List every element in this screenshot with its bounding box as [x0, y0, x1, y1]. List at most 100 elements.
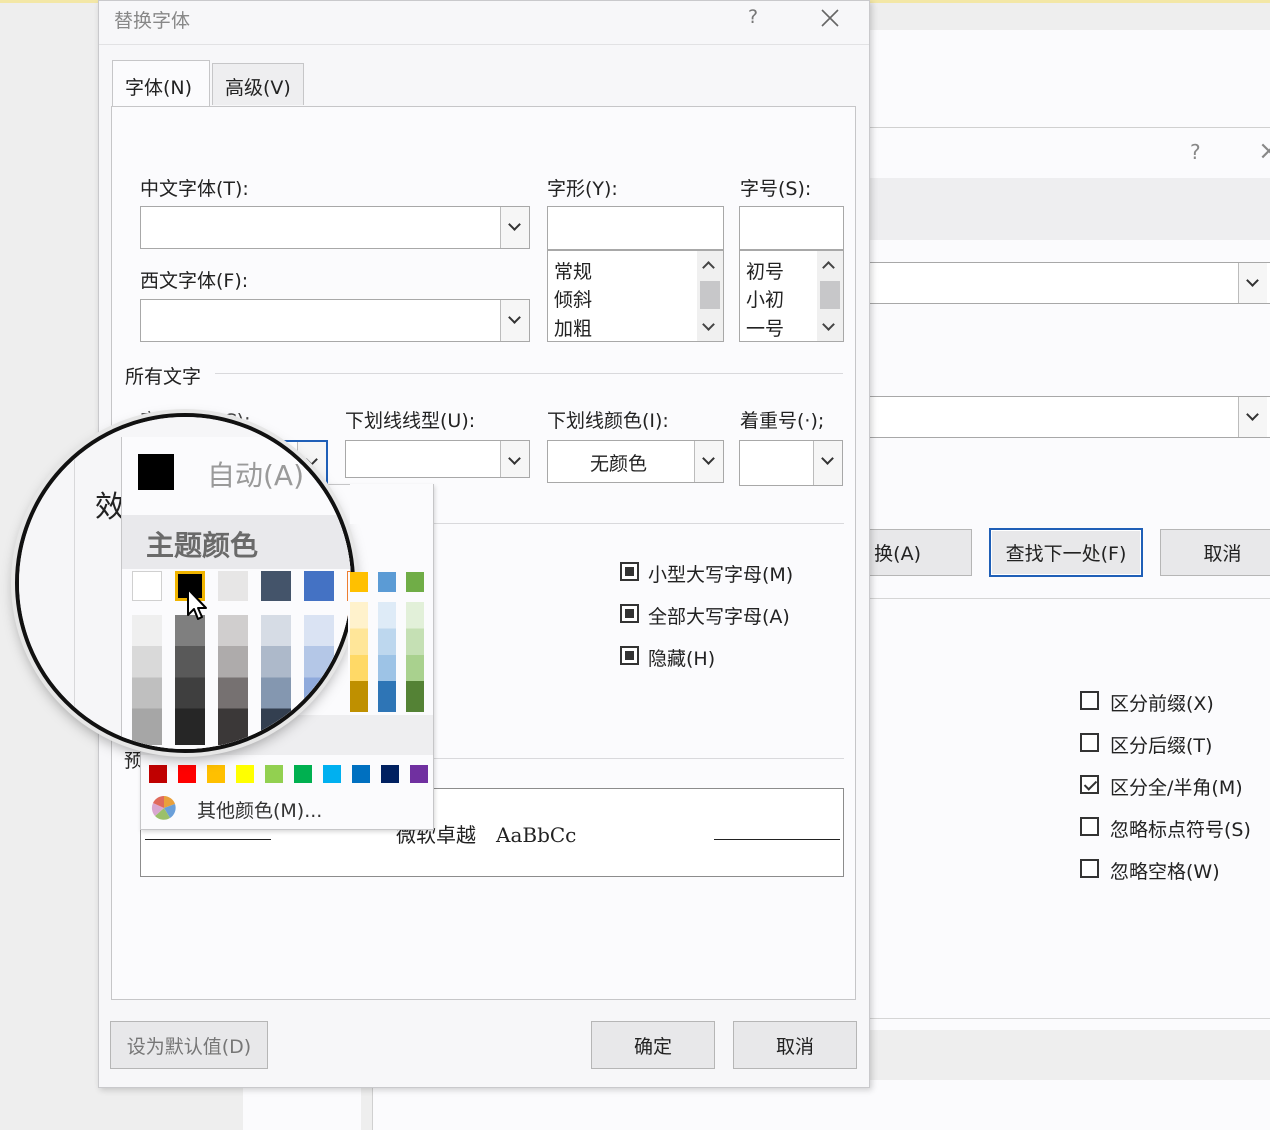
effect-row[interactable]: 隐藏(H) [620, 644, 840, 670]
option-row[interactable]: 忽略标点符号(S) [1080, 815, 1270, 841]
standard-color-swatch[interactable] [381, 765, 399, 783]
magnifier-lens: 效 自动(A) 主题颜色 [15, 413, 355, 753]
standard-color-swatch[interactable] [352, 765, 370, 783]
theme-color-swatch[interactable] [406, 572, 424, 592]
set-default-button[interactable]: 设为默认值(D) [110, 1021, 268, 1069]
ok-button[interactable]: 确定 [591, 1021, 715, 1069]
auto-color-row[interactable]: 自动(A) [122, 437, 351, 507]
underline-type-select[interactable] [345, 440, 530, 478]
find-replace-close-icon[interactable]: × [1258, 136, 1270, 166]
more-colors-item[interactable]: 其他颜色(M)... [149, 795, 425, 822]
standard-color-swatch[interactable] [149, 765, 167, 783]
find-replace-help-icon[interactable]: ? [1190, 140, 1201, 164]
size-list[interactable]: 初号 小初 一号 [739, 250, 844, 342]
cancel-button[interactable]: 取消 [733, 1021, 857, 1069]
style-input[interactable] [547, 206, 724, 250]
auto-color-label: 自动(A) [207, 459, 305, 492]
effect-checkbox[interactable] [620, 646, 639, 665]
option-label: 区分后缀(T) [1110, 735, 1213, 757]
theme-color-swatch[interactable] [218, 571, 248, 601]
find-next-button[interactable]: 查找下一处(F) [989, 528, 1143, 577]
effect-row[interactable]: 全部大写字母(A) [620, 602, 840, 628]
chevron-down-icon[interactable] [813, 441, 842, 485]
shade-column[interactable] [175, 615, 205, 745]
standard-color-swatch[interactable] [236, 765, 254, 783]
size-option[interactable]: 初号 [746, 257, 784, 284]
tab-advanced[interactable]: 高级(V) [212, 63, 304, 105]
standard-color-swatch[interactable] [207, 765, 225, 783]
style-list[interactable]: 常规 倾斜 加粗 [547, 250, 724, 342]
help-icon[interactable]: ? [748, 6, 758, 28]
shade-column[interactable] [350, 602, 368, 712]
size-option[interactable]: 小初 [746, 285, 784, 312]
standard-color-swatch[interactable] [410, 765, 428, 783]
option-label: 区分全/半角(M) [1110, 777, 1243, 799]
chinese-font-label: 中文字体(T): [140, 178, 249, 200]
shade-column[interactable] [406, 602, 424, 712]
emphasis-select[interactable] [739, 440, 843, 486]
theme-color-swatch[interactable] [132, 571, 162, 601]
effect-checkbox[interactable] [620, 604, 639, 623]
option-checkbox[interactable] [1080, 691, 1099, 710]
find-what-field[interactable] [860, 262, 1270, 304]
find-replace-divider [860, 598, 1270, 599]
size-scrollbar[interactable] [817, 251, 843, 341]
western-font-select[interactable] [140, 299, 530, 342]
option-label: 区分前缀(X) [1110, 693, 1214, 715]
style-option[interactable]: 加粗 [554, 314, 592, 341]
size-option[interactable]: 一号 [746, 314, 784, 341]
option-checkbox-checked[interactable] [1080, 775, 1099, 794]
style-scrollbar[interactable] [697, 251, 723, 341]
emphasis-label: 着重号(·); [740, 410, 825, 432]
dropdown-band-right [350, 484, 433, 524]
effect-row[interactable]: 小型大写字母(M) [620, 560, 840, 586]
shade-column[interactable] [132, 615, 162, 745]
color-wheel-icon [151, 795, 176, 820]
tab-font[interactable]: 字体(N) [112, 60, 210, 108]
style-option[interactable]: 倾斜 [554, 285, 592, 312]
standard-color-swatch[interactable] [265, 765, 283, 783]
theme-color-swatch[interactable] [304, 571, 334, 601]
option-checkbox[interactable] [1080, 817, 1099, 836]
effect-checkbox[interactable] [620, 562, 639, 581]
theme-color-swatch[interactable] [350, 572, 368, 592]
chinese-font-select[interactable] [140, 206, 530, 249]
find-replace-bottom [860, 1018, 1270, 1019]
shade-column[interactable] [218, 615, 248, 745]
chevron-down-icon[interactable] [500, 300, 529, 341]
chevron-down-icon[interactable] [694, 441, 723, 482]
option-row[interactable]: 区分后缀(T) [1080, 731, 1270, 757]
scroll-down-icon[interactable] [702, 318, 715, 331]
option-row[interactable]: 区分全/半角(M) [1080, 773, 1270, 799]
shade-column[interactable] [261, 615, 291, 745]
option-checkbox[interactable] [1080, 859, 1099, 878]
close-icon[interactable] [818, 6, 842, 30]
style-option[interactable]: 常规 [554, 257, 592, 284]
size-input[interactable] [739, 206, 844, 250]
find-replace-band [860, 178, 1270, 240]
scroll-up-icon[interactable] [822, 261, 835, 274]
chevron-down-icon[interactable] [500, 207, 529, 248]
theme-color-swatch[interactable] [378, 572, 396, 592]
scroll-thumb[interactable] [820, 281, 840, 309]
shade-column[interactable] [378, 602, 396, 712]
standard-color-swatch[interactable] [294, 765, 312, 783]
standard-color-swatch[interactable] [323, 765, 341, 783]
scroll-down-icon[interactable] [822, 318, 835, 331]
scroll-thumb[interactable] [700, 281, 720, 309]
option-row[interactable]: 忽略空格(W) [1080, 857, 1270, 883]
option-row[interactable]: 区分前缀(X) [1080, 689, 1270, 715]
standard-colors-row [149, 765, 429, 785]
auto-color-swatch [138, 454, 174, 490]
theme-color-swatch[interactable] [261, 571, 291, 601]
replace-with-field[interactable] [860, 396, 1270, 438]
theme-colors-visible-right [348, 572, 432, 712]
shade-column[interactable] [304, 615, 334, 745]
standard-color-swatch[interactable] [178, 765, 196, 783]
chevron-down-icon[interactable] [500, 441, 529, 477]
find-cancel-button[interactable]: 取消 [1160, 529, 1270, 576]
option-checkbox[interactable] [1080, 733, 1099, 752]
underline-color-select[interactable]: 无颜色 [547, 440, 724, 483]
lens-color-popup: 自动(A) 主题颜色 [121, 437, 351, 749]
scroll-up-icon[interactable] [702, 261, 715, 274]
